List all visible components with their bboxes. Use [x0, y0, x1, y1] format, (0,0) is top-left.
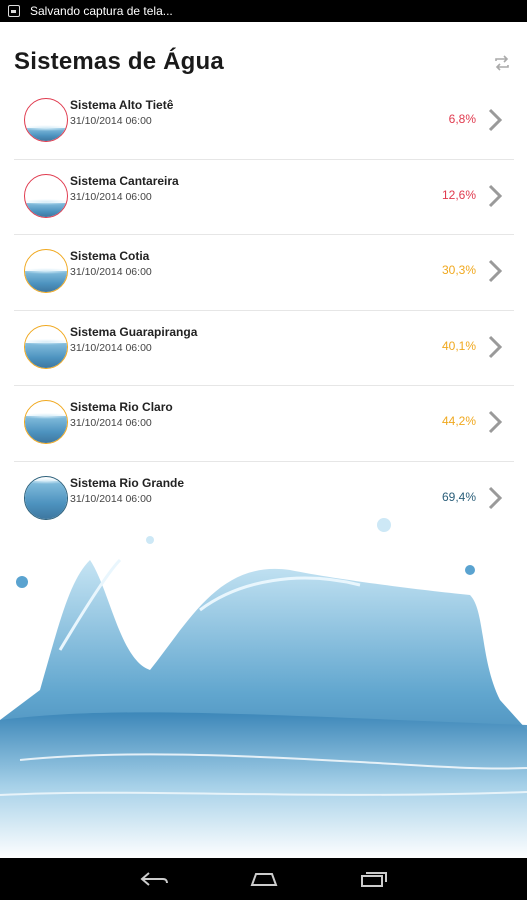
system-date: 31/10/2014 06:00: [70, 266, 152, 279]
system-date: 31/10/2014 06:00: [70, 341, 152, 354]
systems-list: Sistema Alto Tietê 31/10/2014 06:00 6,8% Si…: [0, 84, 527, 538]
app-header: Sistemas de Água: [0, 22, 527, 88]
water-wave: [25, 199, 67, 206]
water-level-icon: [24, 249, 68, 294]
water-wave: [25, 267, 67, 274]
refresh-button[interactable]: [489, 50, 515, 76]
system-date: 31/10/2014 06:00: [70, 190, 152, 203]
water-level-fill: [25, 342, 67, 368]
refresh-icon: [495, 55, 509, 71]
system-date: 31/10/2014 06:00: [70, 417, 152, 430]
navigation-bar: [0, 858, 527, 900]
chevron-right-icon: [488, 335, 503, 358]
back-button[interactable]: [99, 858, 209, 900]
water-splash-image: [0, 518, 527, 858]
status-notification-text: Salvando captura de tela...: [30, 4, 173, 18]
system-name: Sistema Guarapiranga: [70, 324, 198, 339]
system-name: Sistema Cantareira: [70, 173, 179, 188]
system-name: Sistema Rio Claro: [70, 400, 173, 415]
recents-icon: [360, 872, 387, 887]
system-row[interactable]: Sistema Rio Claro 31/10/2014 06:00 44,2%: [14, 386, 514, 462]
system-percentage: 12,6%: [441, 187, 476, 202]
water-wave: [25, 339, 67, 346]
system-name: Sistema Cotia: [70, 249, 150, 264]
system-name: Sistema Alto Tietê: [70, 98, 174, 112]
recents-button[interactable]: [319, 858, 429, 900]
water-level-fill: [25, 271, 67, 293]
water-wave: [25, 124, 67, 131]
water-level-icon: [24, 400, 68, 445]
home-button[interactable]: [209, 858, 319, 900]
water-wave: [25, 477, 67, 484]
water-level-icon: [24, 173, 68, 218]
page-title: Sistemas de Água: [14, 48, 224, 75]
chevron-right-icon: [488, 411, 503, 434]
system-row[interactable]: Sistema Cotia 31/10/2014 06:00 30,3%: [14, 235, 514, 311]
chevron-right-icon: [488, 260, 503, 283]
water-wave: [25, 412, 67, 419]
system-percentage: 30,3%: [441, 263, 476, 278]
screenshot-icon: [8, 5, 20, 17]
water-level-icon: [24, 324, 68, 369]
status-bar: Salvando captura de tela...: [0, 0, 527, 22]
system-percentage: 44,2%: [441, 414, 476, 429]
back-icon: [139, 872, 168, 886]
chevron-right-icon: [488, 108, 503, 132]
system-percentage: 40,1%: [441, 338, 476, 353]
system-percentage: 6,8%: [448, 112, 476, 126]
home-icon: [250, 873, 277, 886]
water-level-fill: [25, 416, 67, 444]
system-row[interactable]: Sistema Guarapiranga 31/10/2014 06:00 40,1…: [14, 311, 514, 387]
system-date: 31/10/2014 06:00: [70, 115, 152, 127]
water-level-icon: [24, 98, 68, 142]
system-row[interactable]: Sistema Cantareira 31/10/2014 06:00 12,6%: [14, 160, 514, 236]
app-screen: Sistemas de Água Sistema Alto Tietê 31/10…: [0, 22, 527, 858]
system-row[interactable]: Sistema Alto Tietê 31/10/2014 06:00 6,8%: [14, 84, 514, 160]
chevron-right-icon: [488, 184, 503, 207]
system-name: Sistema Rio Grande: [70, 475, 185, 490]
